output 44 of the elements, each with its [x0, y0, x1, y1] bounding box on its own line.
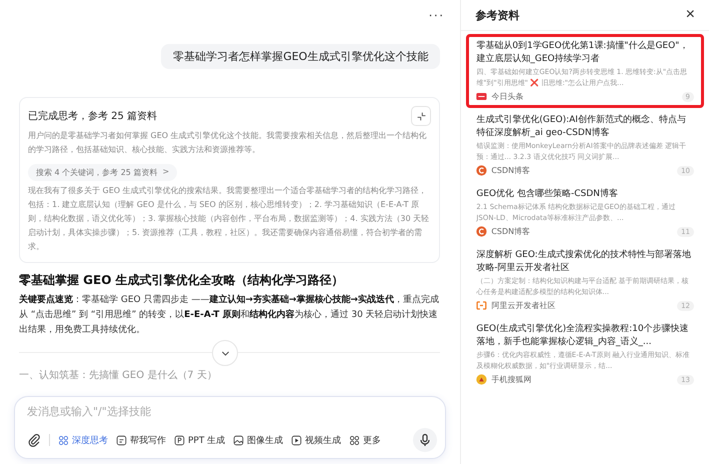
reference-title: GEO(生成式引擎优化)全流程实操教程:10个步骤快速落地，新手也能掌握核心逻辑_内容_语义_... [476, 323, 690, 349]
answer-summary: 关键要点速览：零基础学 GEO 只需四步走 ——建立认知→夯实基础→掌握核心技能→实战迭代，重点完成从 “点击思维” 到 “引用思维” 的转变，以E-E-A-T 原则和结构化内容为核心，通过 30 天轻启动计划快速出结果，用免费工具持续优化。 [19, 293, 440, 337]
source-name: 今日头条 [491, 91, 524, 102]
chevron-icon: > [162, 167, 170, 178]
user-message: 零基础学习者怎样掌握GEO生成式引擎优化这个技能 [161, 44, 440, 69]
document-icon [116, 434, 127, 446]
more-button[interactable]: ··· [424, 6, 448, 22]
tool-button[interactable]: PPT 生成 [174, 434, 226, 446]
microphone-button[interactable] [413, 428, 438, 452]
close-button[interactable]: × [686, 7, 695, 23]
source-name: CSDN博客 [491, 165, 530, 176]
section-heading: 一、认知筑基：先搞懂 GEO 是什么（7 天） [19, 368, 218, 382]
microphone-icon [418, 433, 432, 447]
attach-button[interactable] [27, 433, 41, 447]
source-name: 阿里云开发者社区 [491, 300, 556, 311]
answer-title: 零基础掌握 GEO 生成式引擎优化全攻略（结构化学习路径） [19, 272, 345, 289]
thinking-text: 现在我有了很多关于 GEO 生成式引擎优化的搜索结果。我需要整理出一个适合零基础学习者的结构化学习路径，包括：1. 建立底层认知（理解 GEO 是什么，与 SEO 的区别，核心思维转变）；2. 学习基础知识（E-E-A-T 原则，结构化数据，语义优化等）；3. 掌握核心技能（内容创作，平台布局，数据监测等）；4. 实践方法（30 天轻启动计划，具体实操步骤）；5. 资源推荐（工具，教程，社区）。我还需要确保内容通俗易懂，符合初学者的需求。 [28, 185, 430, 253]
tool-button[interactable]: 视频生成 [291, 434, 342, 446]
tool-button[interactable]: 图像生成 [233, 434, 284, 446]
search-summary-chip[interactable]: 搜索 4 个关键词，参考 25 篇资料 > [28, 164, 178, 181]
thinking-text: 用户问的是零基础学习者如何掌握 GEO 生成式引擎优化这个技能。我需要搜索相关信息，然后整理出一个结构化的学习路径，包括基础知识、核心技能、实践方法和资源推荐等。 [28, 130, 428, 156]
reference-title: GEO优化 包含哪些策略-CSDN博客 [476, 188, 619, 201]
tool-button[interactable]: 深度思考 [58, 434, 108, 446]
paperclip-icon [27, 433, 41, 447]
news-logo-icon [476, 91, 488, 102]
play-icon [291, 434, 302, 446]
apps-icon [349, 434, 360, 446]
grid-icon [58, 434, 69, 446]
c-logo-icon [476, 165, 488, 176]
presentation-icon [174, 434, 185, 446]
bracket-logo-icon [476, 300, 488, 311]
tool-button[interactable]: 更多 [349, 434, 382, 446]
collapse-icon [416, 110, 427, 122]
thinking-title: 已完成思考，参考 25 篇资料 [28, 110, 158, 123]
tool-button[interactable]: 帮我写作 [116, 434, 166, 446]
image-icon [233, 434, 244, 446]
reference-title: 深度解析 GEO:生成式搜索优化的技术特性与部署落地攻略-阿里云开发者社区 [476, 249, 692, 275]
reference-title: 零基础从0到1学GEO优化第1课:搞懂"什么是GEO"，建立底层认知_GEO持续学习者 [476, 40, 690, 66]
source-name: CSDN博客 [491, 226, 530, 237]
c-logo-icon [476, 226, 488, 237]
reference-title: 生成式引擎优化(GEO):AI创作新范式的概念、特点与特征深度解析_ai geo-CSDN博客 [476, 114, 687, 140]
source-name: 手机搜狐网 [491, 374, 532, 385]
panel-title: 参考资料 [475, 8, 520, 22]
message-input[interactable]: 发消息或输入"/"选择技能 深度思考 帮我写作 PPT 生成 图像生成 视频生成 更多 [14, 396, 446, 459]
